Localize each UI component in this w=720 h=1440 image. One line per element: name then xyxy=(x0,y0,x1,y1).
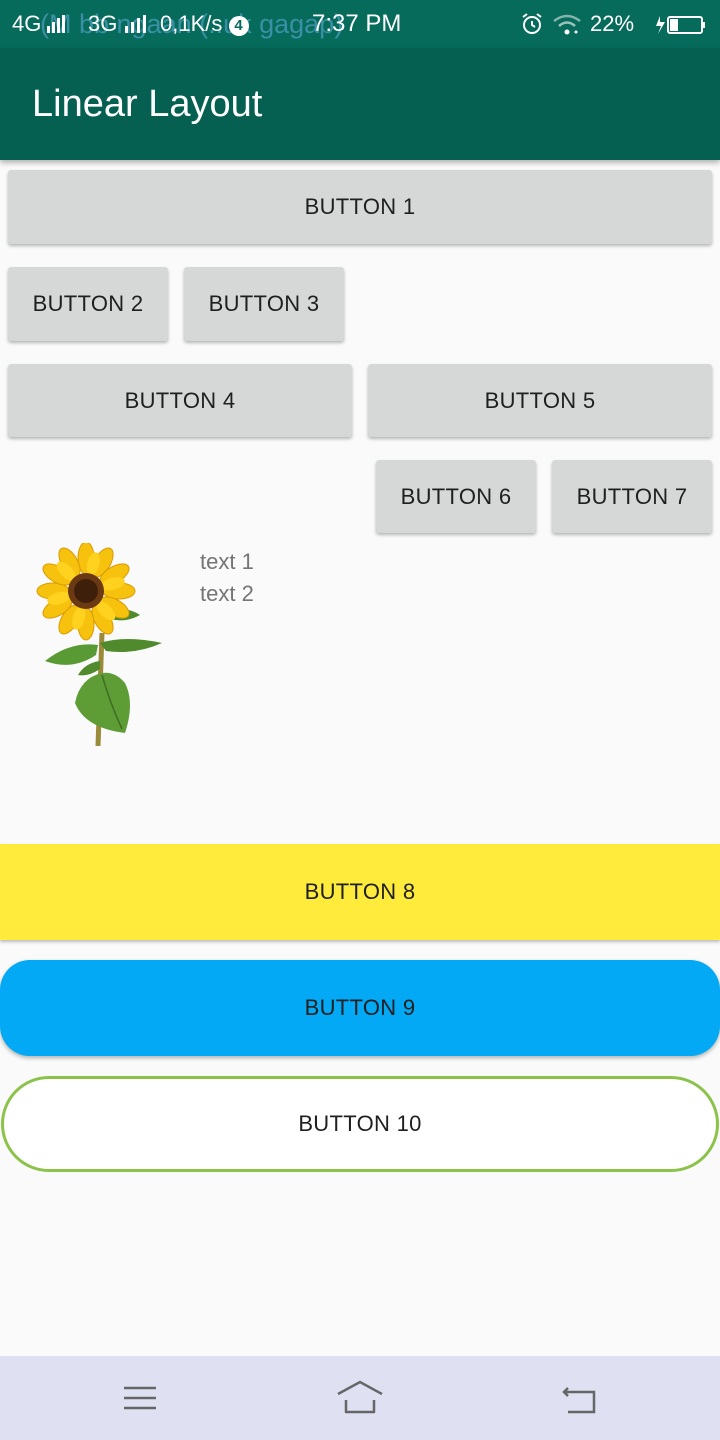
home-icon[interactable] xyxy=(336,1378,384,1418)
menu-icon[interactable] xyxy=(120,1378,160,1418)
wifi-icon xyxy=(553,14,581,35)
back-icon[interactable] xyxy=(560,1378,600,1418)
button-10[interactable]: BUTTON 10 xyxy=(1,1076,719,1172)
network-indicator-3g: 3G xyxy=(88,11,155,37)
button-6[interactable]: BUTTON 6 xyxy=(376,460,536,533)
navigation-bar xyxy=(0,1356,720,1440)
data-speed: 0,1K/s 4 xyxy=(160,11,249,37)
button-8[interactable]: BUTTON 8 xyxy=(0,844,720,940)
battery-charging-icon xyxy=(656,16,705,34)
button-5[interactable]: BUTTON 5 xyxy=(368,364,712,437)
data-speed-label: 0,1K/s xyxy=(160,11,223,36)
alarm-icon xyxy=(522,13,542,34)
notification-badge: 4 xyxy=(228,16,249,36)
network-indicator-4g: 4G xyxy=(12,11,67,37)
signal-icon xyxy=(47,15,66,33)
button-3[interactable]: BUTTON 3 xyxy=(184,267,344,341)
status-bar: (M bb ngaan (..uk gagap) 4G 3G 0,1K/s 4 … xyxy=(0,0,720,48)
button-1[interactable]: BUTTON 1 xyxy=(8,170,712,244)
button-9[interactable]: BUTTON 9 xyxy=(0,960,720,1056)
battery-percent: 22% xyxy=(590,11,635,36)
clock: 7:37 PM xyxy=(312,10,402,37)
page-title: Linear Layout xyxy=(32,83,263,125)
app-bar: Linear Layout xyxy=(0,48,720,160)
button-2[interactable]: BUTTON 2 xyxy=(8,267,168,341)
signal-icon xyxy=(125,15,147,33)
button-7[interactable]: BUTTON 7 xyxy=(552,460,712,533)
button-4[interactable]: BUTTON 4 xyxy=(8,364,352,437)
network-4g-label: 4G xyxy=(12,11,42,36)
sunflower-image xyxy=(36,543,162,746)
text-2: text 2 xyxy=(200,581,254,606)
network-3g-label: 3G xyxy=(88,11,118,36)
text-1: text 1 xyxy=(200,549,254,574)
